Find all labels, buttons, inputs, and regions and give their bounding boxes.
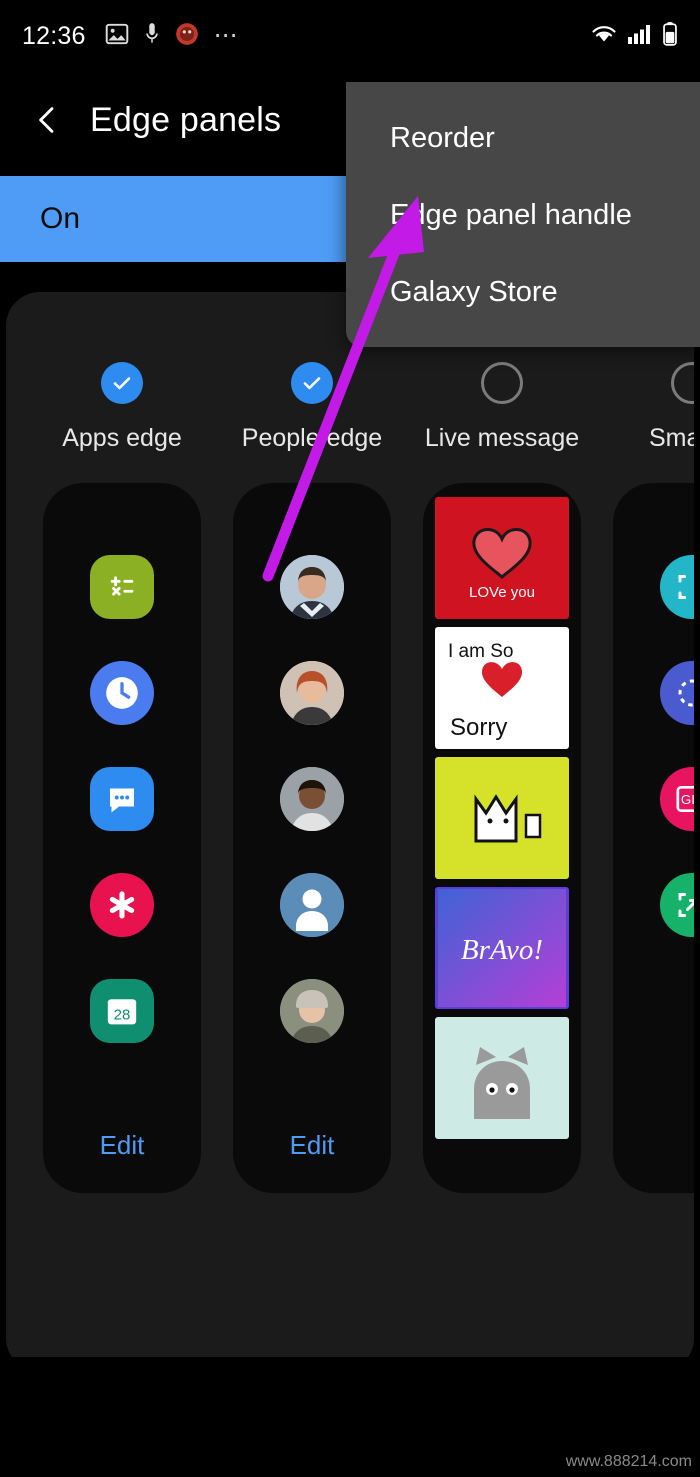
status-time: 12:36 xyxy=(22,21,86,50)
svg-text:LOVe you: LOVe you xyxy=(469,584,535,601)
status-bar: 12:36 ⋯ xyxy=(0,0,700,72)
apps-edge-label: Apps edge xyxy=(62,424,182,452)
menu-item-galaxy-store[interactable]: Galaxy Store xyxy=(346,254,700,331)
more-dots-icon: ⋯ xyxy=(213,22,240,49)
people-edge-preview: Edit xyxy=(233,483,391,1193)
status-right-icons xyxy=(590,0,678,72)
svg-text:BrAvo!: BrAvo! xyxy=(461,934,543,966)
smart-select-checkbox[interactable] xyxy=(671,362,694,404)
gallery-icon xyxy=(90,873,154,937)
people-edge-label: People edge xyxy=(241,424,383,452)
svg-text:I am So: I am So xyxy=(448,641,513,662)
clock-icon xyxy=(90,661,154,725)
svg-text:28: 28 xyxy=(114,1006,131,1023)
panel-smart-select[interactable]: Smart s GIF xyxy=(613,362,694,1193)
live-message-bravo: BrAvo! xyxy=(435,887,569,1009)
page-title: Edge panels xyxy=(90,100,282,139)
live-message-label: Live message xyxy=(424,424,580,452)
calendar-icon: 28 xyxy=(90,979,154,1043)
panels-content-card: Apps edge 28 Edit People edge Edit Live … xyxy=(6,292,694,1372)
panel-people-edge[interactable]: People edge Edit xyxy=(233,362,391,1193)
microphone-icon xyxy=(144,21,160,52)
signal-icon xyxy=(627,22,653,51)
live-message-preview: LOVe you I am So Sorry BrAvo! xyxy=(423,483,581,1193)
smart-select-label: Smart s xyxy=(648,424,694,452)
edge-panels-toggle-label: On xyxy=(40,202,81,235)
contact-avatar-placeholder xyxy=(280,873,344,937)
apps-edge-preview: 28 Edit xyxy=(43,483,201,1193)
image-icon xyxy=(104,21,130,52)
calculator-icon xyxy=(90,555,154,619)
oval-select-icon xyxy=(660,661,694,725)
gif-select-icon: GIF xyxy=(660,767,694,831)
live-message-wolf xyxy=(435,1017,569,1139)
watermark: www.888214.com xyxy=(565,1453,692,1470)
live-message-cat xyxy=(435,757,569,879)
messages-icon xyxy=(90,767,154,831)
apps-edge-edit-link[interactable]: Edit xyxy=(100,1130,145,1161)
overflow-menu[interactable]: Reorder Edge panel handle Galaxy Store xyxy=(346,82,700,347)
people-edge-edit-link[interactable]: Edit xyxy=(290,1130,335,1161)
pin-to-screen-icon xyxy=(660,873,694,937)
smart-select-preview: GIF xyxy=(613,483,694,1193)
menu-item-edge-panel-handle[interactable]: Edge panel handle xyxy=(346,177,700,254)
live-message-checkbox[interactable] xyxy=(481,362,523,404)
people-edge-checkbox[interactable] xyxy=(291,362,333,404)
wifi-icon xyxy=(590,22,618,51)
rectangle-select-icon xyxy=(660,555,694,619)
contact-avatar-5 xyxy=(280,979,344,1043)
live-message-sorry: I am So Sorry xyxy=(435,627,569,749)
panel-apps-edge[interactable]: Apps edge 28 Edit xyxy=(43,362,201,1193)
apps-edge-checkbox[interactable] xyxy=(101,362,143,404)
live-message-love-you: LOVe you xyxy=(435,497,569,619)
contact-avatar-2 xyxy=(280,661,344,725)
contact-avatar-3 xyxy=(280,767,344,831)
app-badge-icon xyxy=(174,21,200,52)
contact-avatar-1 xyxy=(280,555,344,619)
panel-strip: Apps edge 28 Edit People edge Edit Live … xyxy=(6,362,694,1193)
status-left-icons: ⋯ xyxy=(104,21,240,52)
back-chevron-icon[interactable] xyxy=(30,103,64,137)
menu-item-reorder[interactable]: Reorder xyxy=(346,100,700,177)
panel-live-message[interactable]: Live message LOVe you I am So Sorry BrAv… xyxy=(423,362,581,1193)
svg-text:Sorry: Sorry xyxy=(450,714,507,741)
battery-icon xyxy=(662,21,678,52)
svg-text:GIF: GIF xyxy=(681,792,694,807)
